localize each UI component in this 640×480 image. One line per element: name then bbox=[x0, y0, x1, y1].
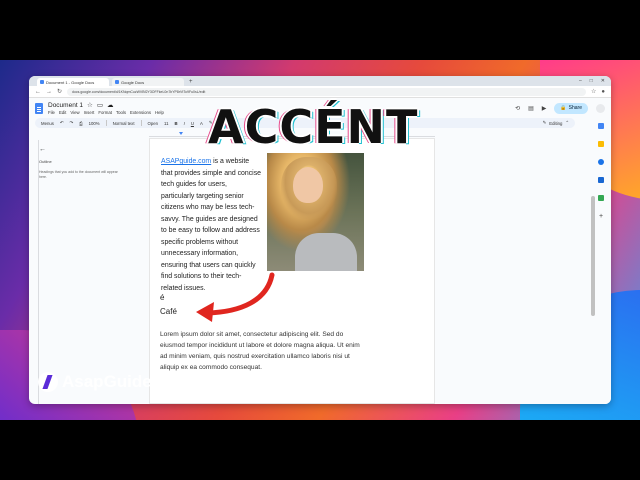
undo-icon[interactable]: ↶ bbox=[60, 120, 64, 126]
docs-favicon-icon bbox=[115, 80, 119, 84]
search-menus-input[interactable]: Menus bbox=[41, 121, 54, 126]
forward-arrow-icon[interactable]: → bbox=[46, 89, 52, 95]
doc-title-row: Document 1 ☆ ▭ ☁ bbox=[48, 101, 164, 110]
editing-label: Editing bbox=[549, 120, 563, 126]
vertical-scrollbar[interactable] bbox=[591, 196, 595, 316]
contacts-icon[interactable] bbox=[598, 177, 604, 183]
menu-bar: File Edit View Insert Format Tools Exten… bbox=[48, 110, 164, 115]
header-actions: ⟲ ▤ ▶ 🔒 Share bbox=[515, 102, 605, 114]
doc-title[interactable]: Document 1 bbox=[48, 102, 83, 109]
minimize-icon[interactable]: – bbox=[579, 78, 582, 84]
outline-back-icon[interactable]: ← bbox=[39, 146, 119, 153]
profile-icon[interactable]: ● bbox=[601, 89, 605, 95]
menu-file[interactable]: File bbox=[48, 110, 55, 115]
star-icon[interactable]: ☆ bbox=[591, 88, 596, 95]
background-stage: Document 1 - Google Docs Google Docs + –… bbox=[0, 60, 640, 420]
brand-logo: AsapGuide bbox=[38, 372, 152, 392]
address-bar-row: ← → ↻ docs.google.com/document/d/1KNqmCu… bbox=[29, 86, 611, 98]
keep-icon[interactable] bbox=[598, 141, 604, 147]
window-controls: – □ ✕ bbox=[579, 78, 611, 84]
maximize-icon[interactable]: □ bbox=[590, 78, 593, 84]
shirt-shape bbox=[295, 233, 357, 271]
font-select[interactable]: Open bbox=[148, 121, 159, 126]
brand-name: AsapGuide bbox=[62, 372, 152, 391]
menu-view[interactable]: View bbox=[70, 110, 79, 115]
share-label: Share bbox=[568, 105, 582, 111]
add-addon-icon[interactable]: + bbox=[599, 213, 603, 220]
chevron-up-icon: ⌃ bbox=[565, 120, 569, 125]
avatar[interactable] bbox=[596, 103, 605, 113]
outline-title: Outline bbox=[39, 159, 52, 164]
print-icon[interactable]: ⎙ bbox=[79, 121, 82, 126]
calendar-icon[interactable] bbox=[598, 123, 604, 129]
lock-icon: 🔒 bbox=[560, 105, 567, 111]
tab-google-docs[interactable]: Google Docs bbox=[112, 78, 184, 86]
back-arrow-icon[interactable]: ← bbox=[35, 89, 41, 95]
italic-icon[interactable]: I bbox=[184, 121, 185, 126]
menu-edit[interactable]: Edit bbox=[59, 110, 66, 115]
menu-extensions[interactable]: Extensions bbox=[130, 110, 151, 115]
style-select[interactable]: Normal text bbox=[113, 121, 135, 126]
outline-hint: Headings that you add to the document wi… bbox=[39, 170, 118, 179]
red-arrow-icon bbox=[196, 272, 275, 322]
redo-icon[interactable]: ↷ bbox=[70, 120, 74, 126]
comment-icon[interactable]: ▤ bbox=[528, 105, 534, 112]
cafe-word: Café bbox=[160, 307, 177, 316]
star-icon[interactable]: ☆ bbox=[87, 101, 93, 109]
text-color-icon[interactable]: A bbox=[200, 121, 203, 126]
tab-strip: Document 1 - Google Docs Google Docs + –… bbox=[29, 76, 611, 86]
asapguide-link[interactable]: ASAPguide.com bbox=[161, 158, 211, 165]
share-button[interactable]: 🔒 Share bbox=[554, 102, 588, 114]
pencil-icon: ✎ bbox=[542, 120, 547, 125]
folder-icon[interactable]: ▭ bbox=[97, 101, 103, 109]
document-outline: ← Outline Headings that you add to the d… bbox=[39, 146, 119, 180]
docs-logo-icon[interactable] bbox=[35, 102, 43, 114]
bold-icon[interactable]: B bbox=[175, 121, 178, 126]
toolbar-divider bbox=[105, 120, 107, 126]
tab-document-1[interactable]: Document 1 - Google Docs bbox=[37, 78, 109, 86]
editing-mode-select[interactable]: ✎ Editing ⌃ bbox=[543, 120, 569, 126]
video-call-icon[interactable]: ▶ bbox=[542, 105, 547, 112]
face-shape bbox=[293, 167, 323, 203]
history-icon[interactable]: ⟲ bbox=[515, 105, 520, 112]
title-block: Document 1 ☆ ▭ ☁ File Edit View Insert F… bbox=[48, 101, 164, 116]
underline-icon[interactable]: U bbox=[191, 121, 194, 126]
tab-label: Google Docs bbox=[121, 79, 145, 85]
close-icon[interactable]: ✕ bbox=[601, 78, 605, 84]
maps-icon[interactable] bbox=[598, 195, 604, 201]
docs-favicon-icon bbox=[40, 80, 44, 84]
menu-help[interactable]: Help bbox=[155, 110, 164, 115]
overlay-title: ACCÉNT bbox=[208, 100, 419, 154]
zoom-select[interactable]: 100% bbox=[89, 121, 100, 126]
reload-icon[interactable]: ↻ bbox=[57, 88, 62, 95]
toolbar-divider bbox=[140, 120, 142, 126]
lorem-paragraph: Lorem ipsum dolor sit amet, consectetur … bbox=[160, 331, 360, 371]
left-indent-marker[interactable] bbox=[179, 132, 183, 135]
font-size-input[interactable]: 11 bbox=[164, 121, 168, 126]
lightning-logo-icon bbox=[38, 372, 58, 392]
cloud-icon: ☁ bbox=[107, 102, 114, 109]
url-field[interactable]: docs.google.com/document/d/1KNqmCuzWVBf2… bbox=[67, 87, 586, 96]
portrait-image[interactable] bbox=[267, 153, 364, 271]
new-tab-button[interactable]: + bbox=[189, 78, 193, 86]
accented-e-char: é bbox=[160, 293, 165, 302]
menu-format[interactable]: Format bbox=[98, 110, 112, 115]
menu-insert[interactable]: Insert bbox=[84, 110, 95, 115]
tasks-icon[interactable] bbox=[598, 159, 604, 165]
menu-tools[interactable]: Tools bbox=[116, 110, 126, 115]
tab-label: Document 1 - Google Docs bbox=[46, 79, 95, 85]
